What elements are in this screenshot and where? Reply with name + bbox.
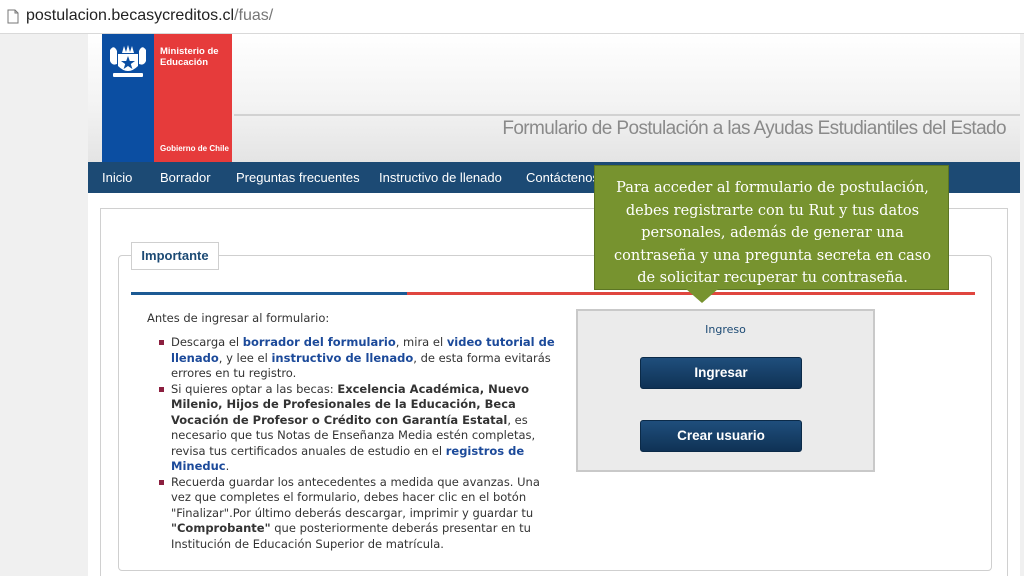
bullet1-text2: , mira el xyxy=(395,335,447,349)
instructions-list: Descarga el borrador del formulario, mir… xyxy=(157,335,562,552)
intro-text: Antes de ingresar al formulario: xyxy=(147,311,330,325)
url-text[interactable]: postulacion.becasycreditos.cl/fuas/ xyxy=(26,7,273,25)
divider-blue xyxy=(131,292,407,295)
logo-ministry-line1: Ministerio de xyxy=(160,46,219,57)
callout-pointer xyxy=(686,289,718,303)
logo-government-text: Gobierno de Chile xyxy=(160,144,229,153)
logo-ministry-line2: Educación xyxy=(160,57,209,68)
login-button[interactable]: Ingresar xyxy=(640,357,802,389)
comprobante-text: "Comprobante" xyxy=(171,521,271,535)
list-item: Si quieres optar a las becas: Excelencia… xyxy=(157,382,562,475)
logo-ministry-text: Ministerio de Educación xyxy=(160,46,232,68)
address-bar[interactable]: postulacion.becasycreditos.cl/fuas/ xyxy=(0,0,1024,34)
login-box: Ingreso Ingresar Crear usuario xyxy=(576,309,875,472)
nav-item-borrador[interactable]: Borrador xyxy=(160,162,211,193)
borrador-link[interactable]: borrador del formulario xyxy=(243,335,396,349)
bullet3-text1: Recuerda guardar los antecedentes a medi… xyxy=(171,474,540,520)
login-title: Ingreso xyxy=(705,323,746,336)
important-tab-label: Importante xyxy=(141,248,209,263)
site-header: Ministerio de Educación Gobierno de Chil… xyxy=(88,34,1020,162)
bullet2-text3: . xyxy=(225,459,230,473)
callout-text: Para acceder al formulario de postulació… xyxy=(614,180,931,286)
header-rule xyxy=(234,114,1020,116)
instructivo-link[interactable]: instructivo de llenado xyxy=(271,351,413,365)
nav-item-instructivo-de-llenado[interactable]: Instructivo de llenado xyxy=(379,162,502,193)
bullet2-text1: Si quieres optar a las becas: xyxy=(171,381,338,396)
nav-item-preguntas-frecuentes[interactable]: Preguntas frecuentes xyxy=(236,162,360,193)
important-tab: Importante xyxy=(131,242,219,270)
annotation-callout: Para acceder al formulario de postulació… xyxy=(594,165,949,290)
url-path: /fuas/ xyxy=(234,7,274,24)
page-gutter-left xyxy=(0,34,88,576)
page-icon xyxy=(7,9,19,24)
list-item: Recuerda guardar los antecedentes a medi… xyxy=(157,475,562,553)
url-host: postulacion.becasycreditos.cl xyxy=(26,7,235,24)
create-user-button[interactable]: Crear usuario xyxy=(640,420,802,452)
bullet1-text1: Descarga el xyxy=(171,335,243,349)
ministry-logo[interactable]: Ministerio de Educación Gobierno de Chil… xyxy=(102,34,232,162)
list-item: Descarga el borrador del formulario, mir… xyxy=(157,335,562,382)
bullet1-text3: , y lee el xyxy=(218,350,272,365)
coat-of-arms-icon xyxy=(110,45,146,77)
nav-item-inicio[interactable]: Inicio xyxy=(102,162,132,193)
page-title: Formulario de Postulación a las Ayudas E… xyxy=(502,118,1006,139)
page-gutter-right xyxy=(1020,34,1024,576)
nav-item-contactenos[interactable]: Contáctenos xyxy=(526,162,599,193)
